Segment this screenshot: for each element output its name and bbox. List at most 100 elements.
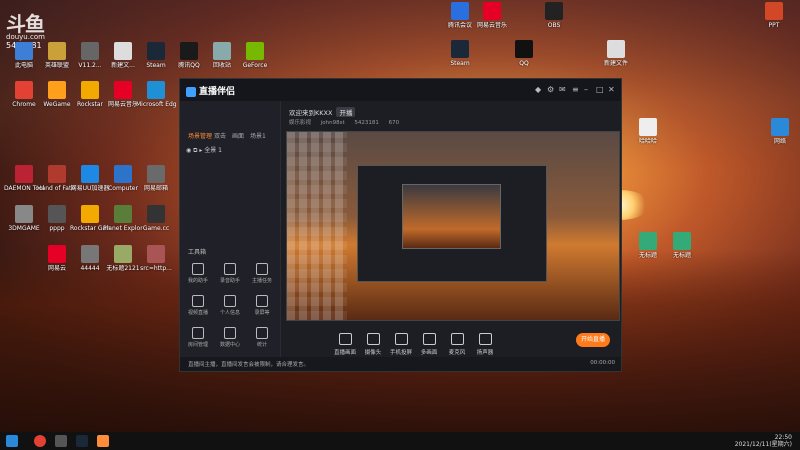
desktop-icon-image xyxy=(451,2,469,20)
room-user: john98st xyxy=(320,120,345,126)
chrome-icon[interactable] xyxy=(34,435,46,447)
toolbox-item[interactable]: 录屏等 xyxy=(248,295,276,316)
toolbox-item[interactable]: 个人信息 xyxy=(216,295,244,316)
stream-preview[interactable] xyxy=(286,131,620,321)
room-tag[interactable]: 开播 xyxy=(336,107,356,117)
desktop-icon-label: 网络 xyxy=(773,138,786,145)
app-icon[interactable] xyxy=(55,435,67,447)
desktop-icon[interactable]: DAEMON Tools Lite xyxy=(4,165,44,192)
desktop-icon-label: 哈哈哈 xyxy=(638,138,657,145)
bottom-tool-label: 手机投屏 xyxy=(389,350,412,356)
bottom-tool[interactable]: 多画面 xyxy=(415,333,443,356)
desktop-icon[interactable]: QQ xyxy=(504,40,544,67)
room-category[interactable]: 娱乐影视 xyxy=(289,120,311,126)
desktop-icon[interactable]: 哈哈哈 xyxy=(628,118,668,145)
toolbox-item[interactable]: 数据中心 xyxy=(216,327,244,348)
logo-icon xyxy=(186,86,196,97)
desktop-icon-label: 3DMGAME xyxy=(8,225,40,232)
desktop-icon[interactable]: 网易云音乐 xyxy=(472,2,512,29)
clock[interactable]: 22:50 2021/12/11(星期六) xyxy=(735,434,792,448)
desktop-icon-image xyxy=(114,81,132,99)
tab-scene-manage[interactable]: 场景管理 xyxy=(188,131,212,140)
desktop-icon-image xyxy=(673,232,691,250)
toolbox-item[interactable]: 房间管理 xyxy=(184,327,212,348)
preview-nested-window xyxy=(357,165,547,282)
desktop-icon-image xyxy=(48,42,66,60)
desktop-icon[interactable]: 3DMGAME xyxy=(4,205,44,232)
desktop-icon-image xyxy=(48,245,66,263)
toolbox-item-label: 我的助手 xyxy=(187,278,208,284)
desktop-icon-image xyxy=(48,81,66,99)
desktop-icon[interactable]: 网络 xyxy=(760,118,800,145)
live-app-icon[interactable] xyxy=(97,435,109,447)
bottom-tool-label: 摄像头 xyxy=(364,350,382,356)
toolbox-item-label: 视频直播 xyxy=(187,310,208,316)
bottom-tool[interactable]: 手机投屏 xyxy=(387,333,415,356)
close-icon[interactable]: ✕ xyxy=(608,85,615,94)
toolbox-item[interactable]: 我的助手 xyxy=(184,263,212,284)
gift-icon[interactable]: ◆ xyxy=(535,85,541,94)
menu-icon[interactable]: ≡ xyxy=(572,85,579,94)
desktop-icon[interactable]: Game.cc xyxy=(136,205,176,232)
maximize-icon[interactable]: □ xyxy=(596,85,604,94)
tab-scene1[interactable]: 场景1 xyxy=(250,131,266,140)
steam-icon[interactable] xyxy=(76,435,88,447)
toolbox-item-label: 统计 xyxy=(256,342,267,348)
status-message: 直播间主播，直播间发言会被限制，请合理发言。 xyxy=(188,362,310,368)
toolbox-item-icon xyxy=(224,295,236,307)
toolbox-item-icon xyxy=(192,263,204,275)
taskbar: 22:50 2021/12/11(星期六) xyxy=(0,432,800,450)
desktop-icon[interactable]: Steam xyxy=(440,40,480,67)
desktop-icon-image xyxy=(81,245,99,263)
toolbox-title: 工具箱 xyxy=(188,249,207,256)
desktop-icon[interactable]: 网易邮箱 xyxy=(136,165,176,192)
desktop-icon-image xyxy=(15,205,33,223)
mail-icon[interactable]: ✉ xyxy=(559,85,566,94)
watermark-sub: douyu.com xyxy=(6,33,45,41)
desktop-icon-image xyxy=(147,205,165,223)
desktop-icon-image xyxy=(765,2,783,20)
scene-row[interactable]: ◉ ⧉ ▸ 全景 1 xyxy=(186,145,222,155)
start-icon[interactable] xyxy=(6,435,18,447)
desktop-icon[interactable]: src=http... xyxy=(136,245,176,272)
room-title: 欢迎来到KKXX 开播 xyxy=(289,107,356,117)
preview-desktop-icons xyxy=(287,132,347,320)
desktop-icon-image xyxy=(771,118,789,136)
bottom-tool[interactable]: 直播画面 xyxy=(331,333,359,356)
desktop-icon-label: PPT xyxy=(768,22,780,29)
desktop-icon[interactable]: GeForce xyxy=(235,42,275,69)
clock-date: 2021/12/11(星期六) xyxy=(734,441,792,448)
start-live-button[interactable]: 开始直播 xyxy=(576,333,610,347)
toolbox-item[interactable]: 统计 xyxy=(248,327,276,348)
bottom-tool[interactable]: 扬声器 xyxy=(471,333,499,356)
bottom-tool-label: 麦克风 xyxy=(448,350,466,356)
tab-picture[interactable]: 画面 xyxy=(232,131,244,140)
desktop-icon-label: Game.cc xyxy=(142,225,170,232)
bottom-tool[interactable]: 麦克风 xyxy=(443,333,471,356)
toolbox-item[interactable]: 视频直播 xyxy=(184,295,212,316)
toolbox-item[interactable]: 录音助手 xyxy=(216,263,244,284)
sidebar: 场景管理 双击 画面 场景1 ◉ ⧉ ▸ 全景 1 工具箱 我的助手 录音助手 主播… xyxy=(180,101,281,371)
settings-icon[interactable]: ⚙ xyxy=(547,85,554,94)
bottom-tool-label: 直播画面 xyxy=(333,350,356,356)
toolbox-item-icon xyxy=(224,327,236,339)
status-time: 00:00:00 xyxy=(590,360,615,366)
desktop-icon-image xyxy=(48,205,66,223)
desktop-icon[interactable]: OBS xyxy=(534,2,574,29)
desktop-icon[interactable]: 无标题 xyxy=(662,232,702,259)
bottom-tool-icon xyxy=(338,333,352,345)
desktop-icon-label: QQ xyxy=(519,60,529,67)
desktop-icon-image xyxy=(147,81,165,99)
bottom-tool-icon xyxy=(422,333,436,345)
toolbox-item[interactable]: 主播任务 xyxy=(248,263,276,284)
desktop-icon[interactable]: 新建文件 xyxy=(596,40,636,67)
desktop-icon-label: 新建文件 xyxy=(603,60,628,67)
desktop-icon-image xyxy=(451,40,469,58)
toolbox-item-label: 数据中心 xyxy=(219,342,240,348)
minimize-icon[interactable]: – xyxy=(584,85,588,94)
bottom-tool[interactable]: 摄像头 xyxy=(359,333,387,356)
desktop-icon[interactable]: PPT xyxy=(754,2,794,29)
toolbox-item-label: 主播任务 xyxy=(251,278,272,284)
room-id: 5423181 xyxy=(354,120,379,126)
tab-double[interactable]: 双击 xyxy=(214,131,226,140)
